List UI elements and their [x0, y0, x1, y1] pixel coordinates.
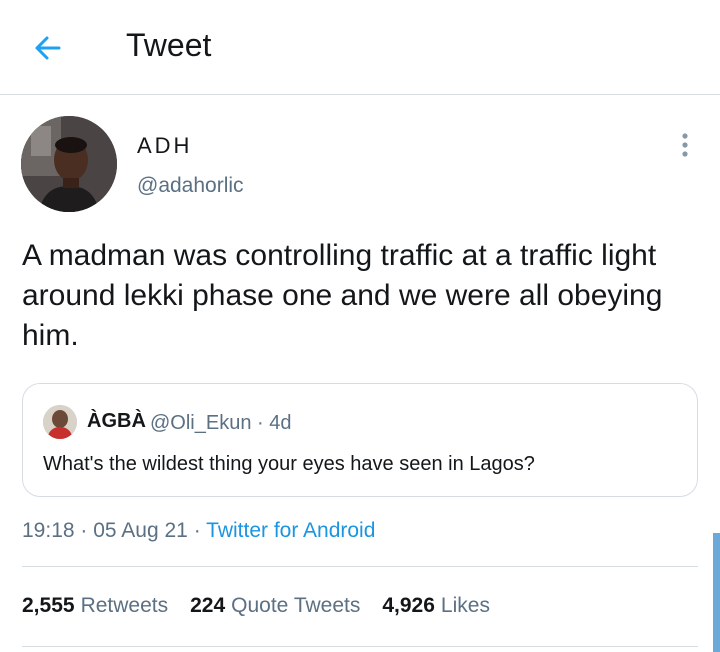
retweets-label: Retweets: [80, 594, 169, 617]
scrollbar-thumb[interactable]: [713, 533, 720, 652]
more-options-button[interactable]: [670, 128, 700, 162]
tweet-date: 05 Aug 21: [93, 519, 188, 542]
author-handle[interactable]: @adahorlic: [137, 174, 244, 198]
retweets-count: 2,555: [22, 594, 75, 617]
quoted-avatar-photo: [43, 405, 77, 439]
meta-separator: ·: [80, 519, 88, 542]
likes-stat[interactable]: 4,926 Likes: [382, 594, 490, 618]
quoted-tweet-age: 4d: [269, 412, 292, 434]
tweet-client-link[interactable]: Twitter for Android: [206, 519, 375, 542]
tweet-time: 19:18: [22, 519, 75, 542]
meta-separator: ·: [257, 412, 264, 434]
page-title: Tweet: [126, 27, 212, 63]
engagement-stats: 2,555 Retweets 224 Quote Tweets 4,926 Likes: [22, 594, 512, 618]
author-display-name[interactable]: ADH: [137, 133, 192, 159]
quote-tweets-label: Quote Tweets: [231, 594, 361, 617]
quoted-author-handle: @Oli_Ekun: [150, 412, 252, 434]
tweet-text: A madman was controlling traffic at a tr…: [22, 239, 663, 352]
more-vertical-icon: [682, 133, 688, 157]
quoted-tweet-card[interactable]: ÀGBÀ @Oli_Ekun · 4d What's the wildest t…: [22, 383, 698, 497]
retweets-stat[interactable]: 2,555 Retweets: [22, 594, 168, 618]
avatar-photo: [21, 116, 117, 212]
likes-label: Likes: [440, 594, 490, 617]
quoted-author-meta: @Oli_Ekun · 4d: [150, 412, 292, 435]
back-button[interactable]: [26, 26, 70, 70]
divider: [22, 566, 698, 567]
arrow-left-icon: [35, 36, 61, 60]
author-avatar[interactable]: [21, 116, 117, 212]
meta-separator: ·: [193, 519, 201, 542]
top-app-bar: Tweet: [0, 0, 720, 95]
quoted-author-avatar: [43, 405, 77, 439]
likes-count: 4,926: [382, 594, 435, 617]
quoted-author-name: ÀGBÀ: [87, 410, 146, 432]
quoted-tweet-text: What's the wildest thing your eyes have …: [43, 453, 535, 475]
quote-tweets-stat[interactable]: 224 Quote Tweets: [190, 594, 360, 618]
tweet-timestamp-line: 19:18 · 05 Aug 21 · Twitter for Android: [22, 519, 375, 543]
quote-tweets-count: 224: [190, 594, 226, 617]
divider: [22, 646, 698, 647]
